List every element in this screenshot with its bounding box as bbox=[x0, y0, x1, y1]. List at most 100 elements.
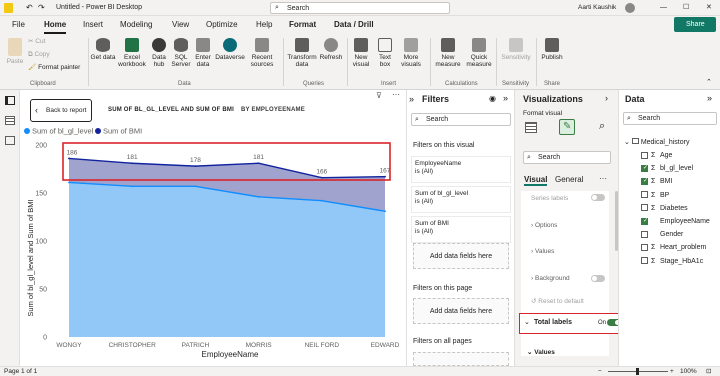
format-visual-icon[interactable]: ✎ bbox=[559, 119, 575, 135]
values-section[interactable]: › Values bbox=[531, 248, 554, 255]
table-view-icon[interactable] bbox=[5, 116, 15, 125]
data-hub-button[interactable]: Data hub bbox=[148, 38, 170, 68]
tab-optimize[interactable]: Optimize bbox=[206, 16, 238, 34]
viz-collapse-icon[interactable]: › bbox=[605, 93, 608, 103]
close-icon[interactable]: ✕ bbox=[706, 0, 712, 16]
recent-sources-button[interactable]: Recent sources bbox=[246, 38, 278, 68]
filters-collapse-icon[interactable]: » bbox=[409, 94, 414, 104]
field-checkbox[interactable] bbox=[641, 217, 648, 225]
excel-button[interactable]: Excel workbook bbox=[116, 38, 148, 68]
undo-icon[interactable]: ↶ bbox=[26, 3, 33, 12]
data-point[interactable] bbox=[384, 210, 386, 213]
field-item[interactable]: Σ Heart_problem bbox=[641, 243, 706, 252]
more-visuals-button[interactable]: More visuals bbox=[397, 38, 425, 68]
data-point[interactable] bbox=[131, 185, 134, 188]
filter-card[interactable]: Sum of bl_gl_level is (All) bbox=[411, 186, 511, 213]
tab-data-drill[interactable]: Data / Drill bbox=[334, 16, 374, 34]
field-checkbox[interactable] bbox=[641, 164, 648, 172]
build-visual-icon[interactable] bbox=[525, 122, 537, 133]
text-box-button[interactable]: Text box bbox=[374, 38, 396, 68]
dataverse-button[interactable]: Dataverse bbox=[214, 38, 246, 61]
field-item[interactable]: Gender bbox=[641, 230, 683, 239]
maximize-icon[interactable]: ☐ bbox=[683, 0, 689, 16]
add-page-filter-drop[interactable]: Add data fields here bbox=[413, 298, 509, 324]
expand-icon[interactable]: » bbox=[503, 93, 508, 103]
share-button[interactable]: Share bbox=[674, 17, 716, 32]
refresh-button[interactable]: Refresh bbox=[319, 38, 343, 61]
field-item[interactable]: Σ Stage_HbA1c bbox=[641, 257, 703, 266]
data-point[interactable] bbox=[194, 185, 197, 188]
new-measure-button[interactable]: New measure bbox=[432, 38, 464, 68]
data-search-input[interactable]: ⌕ Search bbox=[623, 112, 717, 125]
add-all-filter-drop[interactable] bbox=[413, 352, 509, 366]
sql-server-button[interactable]: SQL Server bbox=[170, 38, 192, 68]
paste-button[interactable]: Paste bbox=[4, 38, 26, 65]
minimize-icon[interactable]: — bbox=[660, 0, 667, 16]
tab-view[interactable]: View bbox=[172, 16, 189, 34]
enter-data-button[interactable]: Enter data bbox=[192, 38, 214, 68]
collapse-ribbon-icon[interactable]: ⌃ bbox=[706, 78, 712, 86]
field-item[interactable]: Σ BP bbox=[641, 191, 669, 200]
series-labels-toggle[interactable] bbox=[591, 194, 605, 201]
values-subsection[interactable]: ⌄ Values bbox=[527, 348, 555, 356]
more-icon[interactable]: ··· bbox=[599, 174, 607, 183]
sensitivity-button[interactable]: Sensitivity bbox=[498, 38, 534, 61]
background-toggle[interactable] bbox=[591, 275, 605, 282]
cut-button[interactable]: ✂ Cut bbox=[28, 38, 45, 45]
redo-icon[interactable]: ↷ bbox=[38, 3, 45, 12]
total-labels-section[interactable]: ⌄ Total labels On bbox=[519, 313, 625, 334]
tab-general[interactable]: General bbox=[555, 175, 583, 184]
analytics-icon[interactable]: ⌕ bbox=[599, 120, 605, 133]
viz-search-input[interactable]: ⌕ Search bbox=[523, 151, 611, 164]
quick-measure-button[interactable]: Quick measure bbox=[464, 38, 494, 68]
tab-modeling[interactable]: Modeling bbox=[120, 16, 152, 34]
data-point[interactable] bbox=[68, 181, 70, 184]
filters-search-input[interactable]: ⌕ Search bbox=[411, 113, 511, 126]
filter-card[interactable]: EmployeeName is (All) bbox=[411, 156, 511, 183]
field-item[interactable]: Σ Age bbox=[641, 151, 672, 160]
background-section[interactable]: › Background bbox=[531, 275, 570, 282]
publish-button[interactable]: Publish bbox=[538, 38, 566, 61]
legend-label[interactable]: Sum of BMI bbox=[103, 127, 142, 136]
transform-data-button[interactable]: Transform data bbox=[285, 38, 319, 68]
eye-icon[interactable]: ◉ bbox=[489, 94, 496, 103]
reset-to-default-link[interactable]: ↺ Reset to default bbox=[531, 297, 584, 305]
tab-format[interactable]: Format bbox=[289, 16, 316, 34]
report-view-icon[interactable] bbox=[5, 96, 15, 105]
tab-visual[interactable]: Visual bbox=[524, 175, 548, 186]
data-point[interactable] bbox=[384, 175, 386, 178]
field-checkbox[interactable] bbox=[641, 204, 648, 212]
legend-label[interactable]: Sum of bl_gl_level bbox=[32, 127, 94, 136]
data-point[interactable] bbox=[320, 199, 323, 202]
field-item[interactable]: Σ bl_gl_level bbox=[641, 164, 693, 173]
series-labels-section[interactable]: Series labels bbox=[531, 195, 568, 202]
filter-card[interactable]: Sum of BMI is (All) bbox=[411, 216, 511, 243]
data-point[interactable] bbox=[68, 157, 70, 160]
tab-home[interactable]: Home bbox=[44, 16, 67, 34]
field-checkbox[interactable] bbox=[641, 191, 648, 199]
tab-help[interactable]: Help bbox=[256, 16, 272, 34]
zoom-out-icon[interactable]: − bbox=[598, 367, 602, 376]
format-painter-button[interactable]: 🖌 Format painter bbox=[28, 64, 80, 71]
field-item[interactable]: EmployeeName bbox=[641, 217, 710, 226]
tab-insert[interactable]: Insert bbox=[83, 16, 103, 34]
get-data-button[interactable]: Get data bbox=[90, 38, 116, 61]
data-point[interactable] bbox=[320, 176, 323, 179]
fit-page-icon[interactable]: ⊡ bbox=[706, 367, 711, 376]
field-checkbox[interactable] bbox=[641, 244, 648, 252]
data-point[interactable] bbox=[194, 165, 197, 168]
field-checkbox[interactable] bbox=[641, 178, 648, 186]
avatar[interactable] bbox=[625, 3, 635, 13]
data-collapse-icon[interactable]: » bbox=[707, 93, 712, 103]
zoom-in-icon[interactable]: + bbox=[670, 367, 674, 376]
options-section[interactable]: › Options bbox=[531, 222, 557, 229]
new-visual-button[interactable]: New visual bbox=[349, 38, 373, 68]
add-visual-filter-drop[interactable]: Add data fields here bbox=[413, 243, 509, 269]
field-checkbox[interactable] bbox=[641, 257, 648, 265]
tab-file[interactable]: File bbox=[12, 16, 25, 34]
field-item[interactable]: Σ Diabetes bbox=[641, 204, 688, 213]
copy-button[interactable]: ⧉ Copy bbox=[28, 51, 50, 58]
table-medical-history[interactable]: ⌄ Medical_history bbox=[624, 138, 689, 147]
field-checkbox[interactable] bbox=[641, 151, 648, 159]
field-item[interactable]: Σ BMI bbox=[641, 177, 672, 186]
